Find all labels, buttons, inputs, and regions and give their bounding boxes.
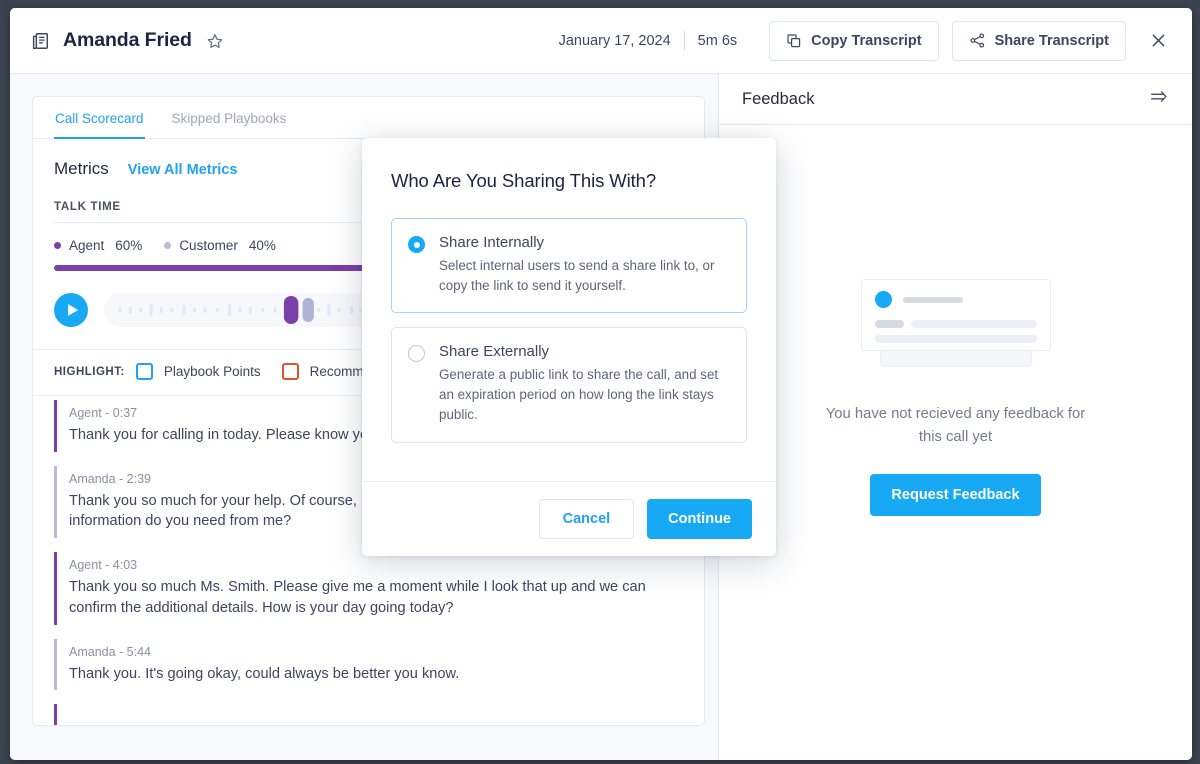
page-title: Amanda Fried: [63, 29, 192, 51]
agent-label: Agent: [69, 238, 105, 253]
share-dialog-body: Who Are You Sharing This With? Share Int…: [362, 138, 776, 481]
copy-transcript-label: Copy Transcript: [811, 32, 922, 49]
transcript-speaker-time: Agent - 4:03: [69, 558, 138, 573]
customer-label: Customer: [179, 238, 238, 253]
feedback-pane: Feedback You have not recieved any feedb…: [718, 74, 1192, 760]
feedback-empty-text: You have not recieved any feedback for t…: [825, 406, 1086, 445]
copy-icon: [786, 33, 802, 49]
share-transcript-button[interactable]: Share Transcript: [951, 20, 1126, 61]
transcript-speaker-time: [69, 710, 683, 724]
agent-color-dot: [54, 242, 61, 249]
share-dialog-title: Who Are You Sharing This With?: [391, 170, 657, 191]
feedback-header: Feedback: [719, 74, 1192, 125]
feedback-title: Feedback: [742, 89, 815, 108]
legend-item-customer: Customer 40%: [164, 238, 276, 253]
share-icon: [969, 32, 986, 49]
request-feedback-button[interactable]: Request Feedback: [870, 473, 1041, 516]
share-dialog-footer: Cancel Continue: [362, 480, 776, 556]
transcript-text: Thank you. It's going okay, could always…: [69, 665, 460, 682]
playbook-points-label: Playbook Points: [163, 364, 261, 379]
call-duration: 5m 6s: [697, 32, 738, 49]
customer-percent: 40%: [248, 238, 276, 253]
feedback-empty-state: You have not recieved any feedback for t…: [719, 125, 1192, 760]
transcript-row[interactable]: Amanda - 5:44 Thank you. It's going okay…: [54, 638, 683, 691]
placeholder-card: [860, 279, 1051, 352]
option-text-group: Share Internally Select internal users t…: [439, 234, 730, 296]
metrics-title: Metrics: [54, 159, 109, 178]
placeholder-card-row: [874, 320, 1037, 329]
option-share-internally[interactable]: Share Internally Select internal users t…: [391, 218, 747, 314]
app-header: Amanda Fried January 17, 2024 5m 6s Copy…: [10, 8, 1192, 74]
agent-percent: 60%: [115, 238, 143, 253]
option-description: Generate a public link to share the call…: [439, 367, 719, 423]
document-icon: [30, 31, 50, 51]
continue-button[interactable]: Continue: [647, 498, 752, 539]
close-icon[interactable]: [1146, 29, 1170, 53]
legend-item-agent: Agent 60%: [54, 238, 142, 253]
radio-share-internally[interactable]: [408, 236, 425, 253]
star-outline-icon[interactable]: [205, 31, 225, 51]
checkbox-playbook-points[interactable]: [135, 363, 153, 380]
transcript-row[interactable]: Agent - 4:03 Thank you so much Ms. Smith…: [54, 552, 683, 625]
share-transcript-label: Share Transcript: [994, 32, 1109, 49]
placeholder-line: [902, 296, 963, 303]
empty-state-illustration: [860, 279, 1051, 371]
play-icon[interactable]: [54, 293, 88, 327]
call-date: January 17, 2024: [558, 32, 671, 49]
transcript-speaker-time: Amanda - 5:44: [69, 644, 152, 659]
placeholder-line: [874, 335, 1037, 344]
option-description: Select internal users to send a share li…: [439, 258, 715, 294]
header-right-group: January 17, 2024 5m 6s Copy Transcript S…: [558, 20, 1170, 61]
scorecard-tabs: Call Scorecard Skipped Playbooks: [33, 97, 704, 139]
transcript-row-partial[interactable]: [54, 704, 683, 725]
placeholder-line: [874, 320, 904, 329]
placeholder-card-top: [874, 291, 1037, 309]
cancel-button[interactable]: Cancel: [538, 498, 635, 539]
collapse-panel-icon[interactable]: [1149, 87, 1169, 112]
radio-share-externally[interactable]: [408, 345, 425, 363]
transcript-text: Thank you so much Ms. Smith. Please give…: [69, 579, 646, 616]
option-text-group: Share Externally Generate a public link …: [439, 343, 730, 425]
share-dialog: Who Are You Sharing This With? Share Int…: [362, 138, 776, 556]
avatar: [874, 291, 892, 309]
placeholder-line: [910, 320, 1037, 329]
tab-skipped-playbooks[interactable]: Skipped Playbooks: [171, 97, 288, 139]
header-left-group: Amanda Fried: [30, 29, 225, 52]
tab-call-scorecard[interactable]: Call Scorecard: [54, 97, 145, 139]
view-all-metrics-link[interactable]: View All Metrics: [128, 162, 238, 178]
copy-transcript-button[interactable]: Copy Transcript: [769, 20, 939, 61]
customer-color-dot: [164, 242, 172, 249]
checkbox-recommended[interactable]: [281, 363, 299, 380]
option-title: Share Externally: [439, 343, 550, 361]
call-detail-window: Amanda Fried January 17, 2024 5m 6s Copy…: [10, 8, 1192, 760]
highlight-label: HIGHLIGHT:: [54, 365, 125, 378]
option-share-externally[interactable]: Share Externally Generate a public link …: [391, 327, 747, 443]
option-title: Share Internally: [439, 234, 545, 251]
